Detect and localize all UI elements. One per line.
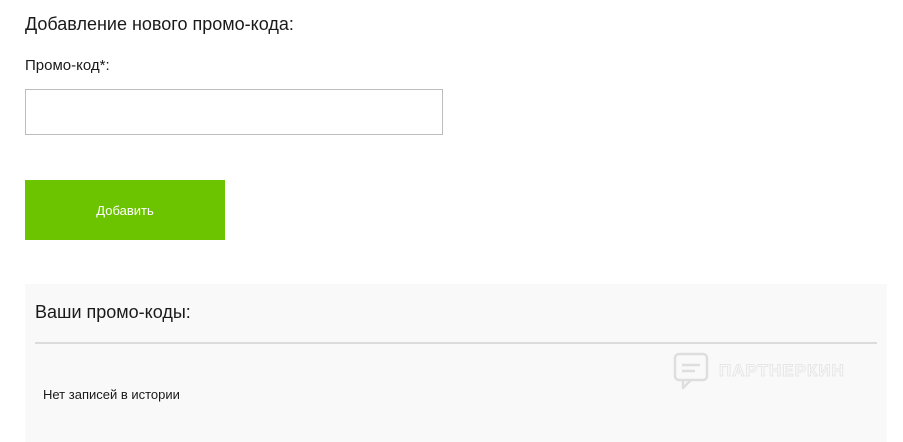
add-promo-button[interactable]: Добавить [25, 180, 225, 240]
promo-codes-panel: Ваши промо-коды: ПАРТНЕРКИН Нет записей … [25, 284, 887, 442]
promo-code-input[interactable] [25, 89, 443, 135]
empty-history-message: Нет записей в истории [43, 387, 180, 402]
add-promo-heading: Добавление нового промо-кода: [25, 14, 294, 34]
promo-codes-heading: Ваши промо-коды: [35, 302, 191, 322]
divider [35, 342, 877, 344]
chat-bubble-icon [673, 352, 709, 390]
partnerkin-watermark: ПАРТНЕРКИН [673, 352, 845, 390]
watermark-text: ПАРТНЕРКИН [719, 361, 845, 381]
promo-code-label: Промо-код*: [25, 57, 110, 74]
